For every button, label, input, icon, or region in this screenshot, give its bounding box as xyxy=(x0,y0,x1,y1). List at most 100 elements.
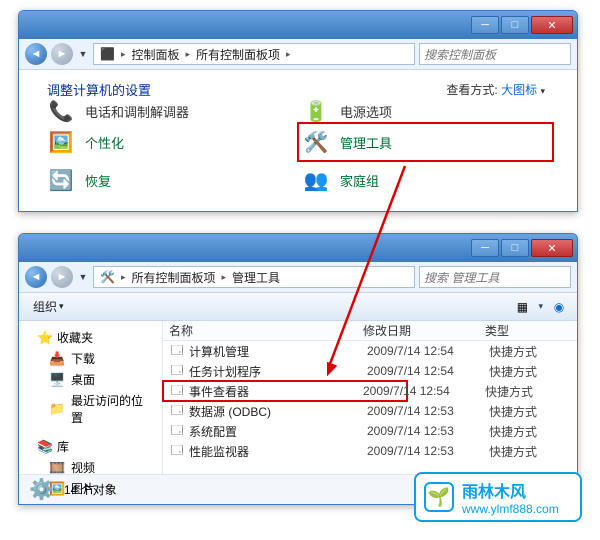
library-icon: 📚 xyxy=(37,439,53,455)
file-date: 2009/7/14 12:54 xyxy=(367,344,489,358)
sidebar-item-videos[interactable]: 🎞️ 视频 xyxy=(19,457,162,478)
breadcrumb-seg-1[interactable]: 所有控制面板项 xyxy=(129,269,217,286)
gear-icon: ⚙️ xyxy=(29,477,54,502)
file-name: 性能监视器 xyxy=(189,443,367,460)
address-bar[interactable]: ⬛ ▸ 控制面板 ▸ 所有控制面板项 ▸ xyxy=(93,43,415,65)
breadcrumb-seg-1[interactable]: 控制面板 xyxy=(129,46,181,63)
organize-label: 组织 xyxy=(33,298,57,315)
star-icon: ⭐ xyxy=(37,330,53,346)
file-type: 快捷方式 xyxy=(489,443,569,460)
titlebar: ─ □ ✕ xyxy=(19,11,577,39)
chevron-right-icon: ▸ xyxy=(119,272,128,283)
toolbar: 组织 ▾ ▦ ▾ ◉ xyxy=(19,293,577,321)
minimize-button[interactable]: ─ xyxy=(471,16,499,34)
chevron-right-icon: ▸ xyxy=(284,49,293,60)
file-type: 快捷方式 xyxy=(489,423,569,440)
chevron-right-icon: ▸ xyxy=(184,49,193,60)
libraries-head[interactable]: 📚 库 xyxy=(19,436,162,457)
item-homegroup[interactable]: 👥 家庭组 xyxy=(298,161,553,199)
sidebar-item-downloads[interactable]: 📥 下载 xyxy=(19,348,162,369)
nav-tree: ⭐ 收藏夹 📥 下载 🖥️ 桌面 📁 最近访问的位置 📚 xyxy=(19,321,163,474)
homegroup-icon: 👥 xyxy=(302,166,330,194)
chevron-down-icon: ▾ xyxy=(59,301,64,312)
control-panel-window: ─ □ ✕ ◄ ► ▼ ⬛ ▸ 控制面板 ▸ 所有控制面板项 ▸ 搜索控制面板 … xyxy=(18,10,578,212)
power-icon: 🔋 xyxy=(302,99,330,123)
file-name: 事件查看器 xyxy=(189,383,367,400)
shortcut-icon: 🗔 xyxy=(169,361,185,382)
address-bar[interactable]: 🛠️ ▸ 所有控制面板项 ▸ 管理工具 xyxy=(93,266,415,288)
forward-button[interactable]: ► xyxy=(51,266,73,288)
download-icon: 📥 xyxy=(49,351,65,367)
desktop-icon: 🖥️ xyxy=(49,372,65,388)
shortcut-icon: 🗔 xyxy=(169,381,185,402)
sidebar-item-recent[interactable]: 📁 最近访问的位置 xyxy=(19,390,162,428)
admin-tools-window: ─ □ ✕ ◄ ► ▼ 🛠️ ▸ 所有控制面板项 ▸ 管理工具 搜索 管理工具 … xyxy=(18,233,578,505)
close-button[interactable]: ✕ xyxy=(531,239,573,257)
back-button[interactable]: ◄ xyxy=(25,43,47,65)
chevron-down-icon[interactable]: ▾ xyxy=(538,301,543,312)
file-date: 2009/7/14 12:54 xyxy=(367,364,489,378)
col-name[interactable]: 名称 xyxy=(163,322,363,339)
view-by-value[interactable]: 大图标 xyxy=(501,83,537,97)
item-label: 个性化 xyxy=(85,133,124,152)
shortcut-icon: 🗔 xyxy=(169,401,185,422)
file-type: 快捷方式 xyxy=(489,403,569,420)
status-text: 14 个对象 xyxy=(64,481,117,498)
item-label: 桌面 xyxy=(71,371,95,388)
maximize-button[interactable]: □ xyxy=(501,239,529,257)
breadcrumb-seg-2[interactable]: 所有控制面板项 xyxy=(194,46,282,63)
folder-icon: 🛠️ xyxy=(98,270,117,284)
list-item-event-viewer[interactable]: 🗔 事件查看器 2009/7/14 12:54 快捷方式 xyxy=(163,381,407,401)
theme-icon: 🖼️ xyxy=(47,128,75,156)
item-label: 电源选项 xyxy=(340,102,392,121)
brand-name: 雨林木风 xyxy=(462,478,559,502)
explorer-body: ⭐ 收藏夹 📥 下载 🖥️ 桌面 📁 最近访问的位置 📚 xyxy=(19,321,577,474)
chevron-down-icon[interactable]: ▾ xyxy=(540,86,545,96)
list-item-perfmon[interactable]: 🗔 性能监视器 2009/7/14 12:53 快捷方式 xyxy=(163,441,577,461)
favorites-head[interactable]: ⭐ 收藏夹 xyxy=(19,327,162,348)
admin-tools-icon: 🛠️ xyxy=(302,128,330,156)
item-power-options[interactable]: 🔋 电源选项 xyxy=(298,99,553,123)
view-by: 查看方式: 大图标 ▾ xyxy=(446,81,545,98)
file-type: 快捷方式 xyxy=(485,383,565,400)
titlebar: ─ □ ✕ xyxy=(19,234,577,262)
history-dropdown[interactable]: ▼ xyxy=(77,272,89,282)
search-input[interactable]: 搜索控制面板 xyxy=(419,43,571,65)
maximize-button[interactable]: □ xyxy=(501,16,529,34)
panel-body: 调整计算机的设置 查看方式: 大图标 ▾ 📞 电话和调制解调器 🔋 电源选项 🖼… xyxy=(19,70,577,211)
item-phone-modem[interactable]: 📞 电话和调制解调器 xyxy=(43,99,298,123)
list-item-computer-mgmt[interactable]: 🗔 计算机管理 2009/7/14 12:54 快捷方式 xyxy=(163,341,577,361)
item-personalization[interactable]: 🖼️ 个性化 xyxy=(43,123,298,161)
list-item-odbc[interactable]: 🗔 数据源 (ODBC) 2009/7/14 12:53 快捷方式 xyxy=(163,401,577,421)
nav-row: ◄ ► ▼ 🛠️ ▸ 所有控制面板项 ▸ 管理工具 搜索 管理工具 xyxy=(19,262,577,293)
item-recovery[interactable]: 🔄 恢复 xyxy=(43,161,298,199)
close-button[interactable]: ✕ xyxy=(531,16,573,34)
chevron-right-icon: ▸ xyxy=(119,49,128,60)
item-label: 恢复 xyxy=(85,171,111,190)
help-button[interactable]: ◉ xyxy=(549,297,569,317)
col-date[interactable]: 修改日期 xyxy=(363,322,485,339)
sidebar-item-desktop[interactable]: 🖥️ 桌面 xyxy=(19,369,162,390)
forward-button[interactable]: ► xyxy=(51,43,73,65)
list-item-task-scheduler[interactable]: 🗔 任务计划程序 2009/7/14 12:54 快捷方式 xyxy=(163,361,577,381)
logo-icon: 🌱 xyxy=(424,482,454,512)
list-header: 名称 修改日期 类型 xyxy=(163,321,577,341)
back-button[interactable]: ◄ xyxy=(25,266,47,288)
brand-url: www.ylmf888.com xyxy=(462,502,559,516)
nav-row: ◄ ► ▼ ⬛ ▸ 控制面板 ▸ 所有控制面板项 ▸ 搜索控制面板 xyxy=(19,39,577,70)
recovery-icon: 🔄 xyxy=(47,166,75,194)
file-name: 系统配置 xyxy=(189,423,367,440)
brand-text: 雨林木风 www.ylmf888.com xyxy=(462,478,559,516)
breadcrumb-seg-2[interactable]: 管理工具 xyxy=(230,269,282,286)
item-label: 下载 xyxy=(71,350,95,367)
minimize-button[interactable]: ─ xyxy=(471,239,499,257)
list-item-system-config[interactable]: 🗔 系统配置 2009/7/14 12:53 快捷方式 xyxy=(163,421,577,441)
history-dropdown[interactable]: ▼ xyxy=(77,49,89,59)
col-type[interactable]: 类型 xyxy=(485,322,565,339)
organize-button[interactable]: 组织 ▾ xyxy=(27,296,70,317)
view-options-button[interactable]: ▦ xyxy=(512,297,532,317)
shortcut-icon: 🗔 xyxy=(169,441,185,462)
item-label: 电话和调制解调器 xyxy=(85,102,189,121)
search-input[interactable]: 搜索 管理工具 xyxy=(419,266,571,288)
item-admin-tools[interactable]: 🛠️ 管理工具 xyxy=(298,123,553,161)
